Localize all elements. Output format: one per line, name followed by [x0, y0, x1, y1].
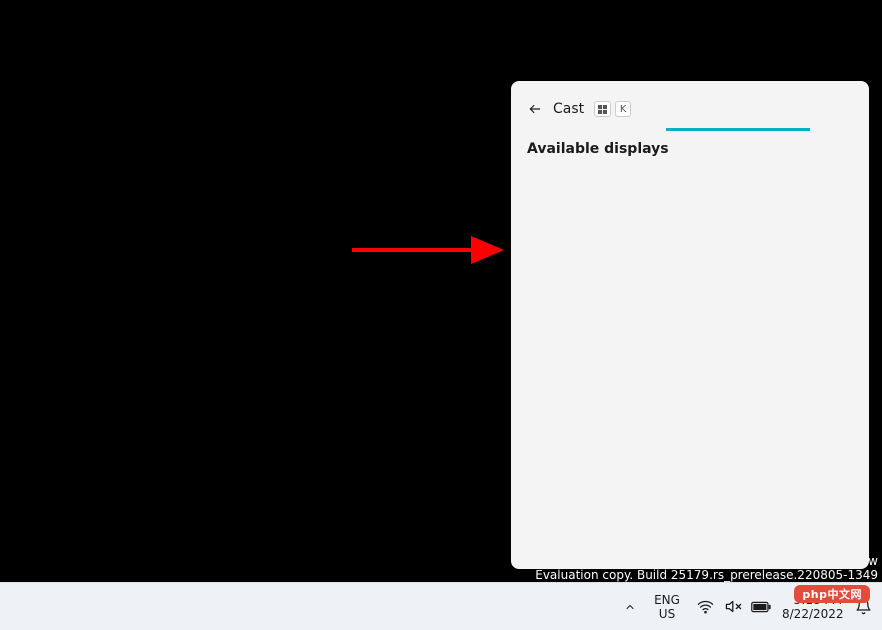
shortcut-key-k: K — [615, 101, 631, 117]
watermark-badge: php中文网 — [794, 585, 870, 603]
system-tray[interactable] — [690, 596, 776, 618]
tray-overflow-chevron-icon[interactable] — [616, 593, 644, 621]
volume-muted-icon[interactable] — [722, 596, 744, 618]
back-arrow-icon[interactable] — [527, 101, 543, 117]
lang-secondary: US — [650, 607, 684, 621]
language-indicator[interactable]: ENG US — [650, 593, 684, 621]
available-displays-header: Available displays — [511, 117, 869, 157]
desktop: w Evaluation copy. Build 25179.rs_prerel… — [0, 0, 882, 582]
eval-line-2: Evaluation copy. Build 25179.rs_prerelea… — [535, 568, 878, 582]
taskbar: php中文网 ENG US — [0, 582, 882, 630]
lang-primary: ENG — [650, 593, 684, 607]
eval-line-1: w — [868, 554, 878, 568]
wifi-icon[interactable] — [694, 596, 716, 618]
flyout-header: Cast K — [511, 97, 869, 117]
battery-icon[interactable] — [750, 596, 772, 618]
cast-flyout: Cast K Available displays — [511, 81, 869, 569]
annotation-arrow — [349, 230, 504, 270]
date: 8/22/2022 — [782, 607, 842, 621]
keyboard-shortcut: K — [594, 101, 631, 117]
flyout-title: Cast — [553, 101, 584, 117]
scan-progress-bar — [666, 128, 810, 131]
windows-key-icon — [594, 101, 611, 117]
